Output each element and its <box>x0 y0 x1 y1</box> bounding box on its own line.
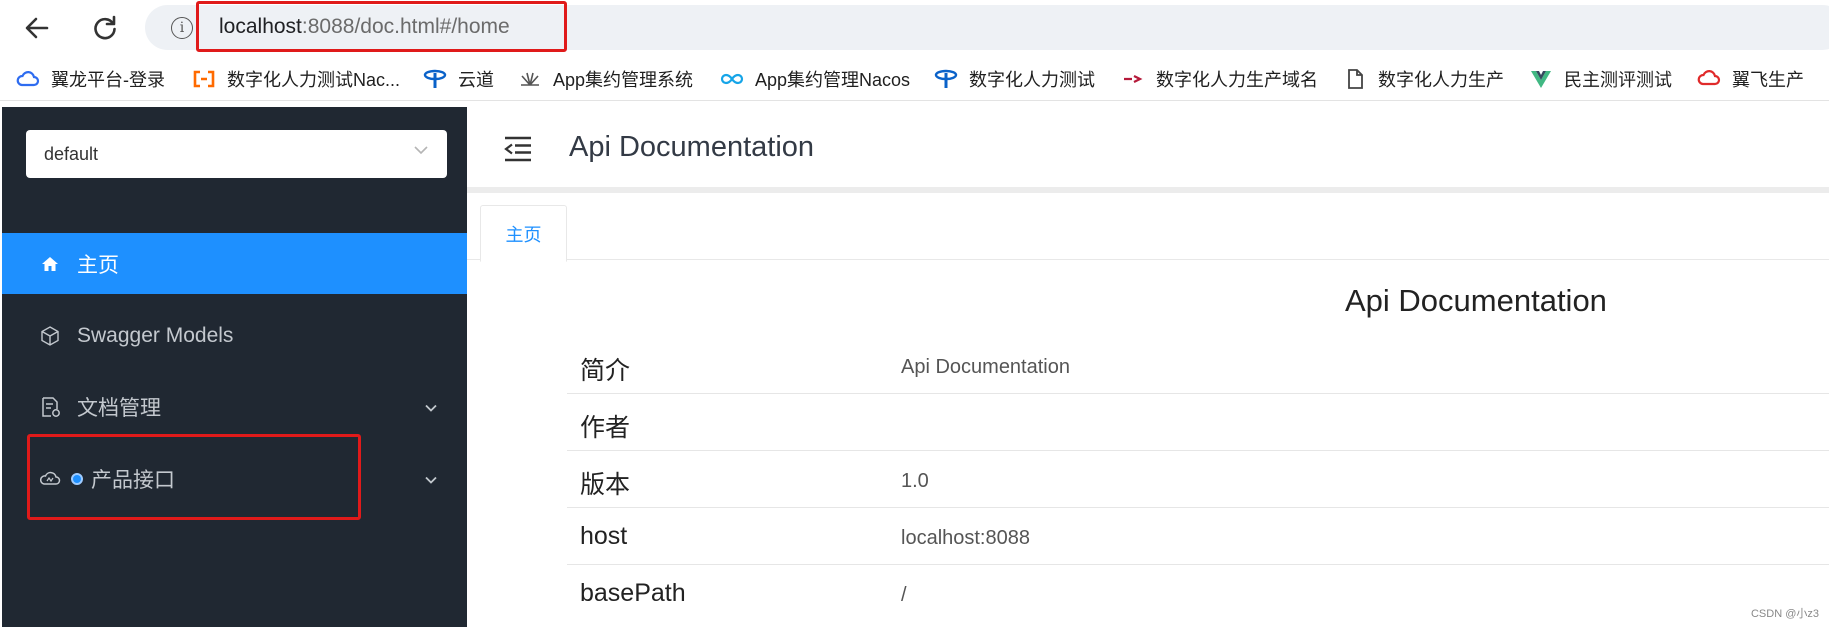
info-row-basepath: basePath / <box>567 565 1829 622</box>
info-value: localhost:8088 <box>901 527 1030 549</box>
sidebar-item-swagger-models[interactable]: Swagger Models <box>2 305 467 366</box>
info-row-description: 简介 Api Documentation <box>567 337 1829 394</box>
browser-toolbar: i localhost:8088/doc.html#/home <box>0 0 1829 55</box>
doc-settings-icon <box>39 396 61 418</box>
info-key: 简介 <box>580 357 631 385</box>
info-row-host: host localhost:8088 <box>567 508 1829 565</box>
info-row-author: 作者 <box>567 394 1829 451</box>
file-icon <box>1343 67 1367 91</box>
doc-title: Api Documentation <box>1345 283 1607 318</box>
info-value: 1.0 <box>901 470 929 492</box>
info-key: basePath <box>580 579 686 607</box>
huawei-icon <box>518 67 542 91</box>
info-row-version: 版本 1.0 <box>567 451 1829 508</box>
header-title: Api Documentation <box>569 131 815 163</box>
menu-collapse-icon[interactable] <box>503 135 533 163</box>
vue-icon <box>1529 67 1553 91</box>
bookmark-item[interactable]: 民主测评测试 <box>1529 66 1672 92</box>
tab-home[interactable]: 主页 <box>480 205 567 262</box>
bookmark-item[interactable]: App集约管理系统 <box>518 66 693 92</box>
aliyun-icon <box>192 67 216 91</box>
sidebar-item-label: 文档管理 <box>77 396 161 420</box>
tabs-bar: 主页 <box>467 199 1829 262</box>
site-info-icon[interactable]: i <box>171 17 193 39</box>
sidebar-item-label: Swagger Models <box>77 323 234 347</box>
infinity-icon <box>720 67 744 91</box>
info-key: 作者 <box>580 414 631 442</box>
cloud-icon <box>16 67 40 91</box>
group-select-value: default <box>44 144 99 164</box>
brand-icon <box>1121 67 1145 91</box>
bookmark-label: 数字化人力测试Nac... <box>227 70 401 90</box>
bookmark-label: 数字化人力生产 <box>1378 70 1504 90</box>
info-table: 简介 Api Documentation 作者 版本 1.0 host loca… <box>567 337 1829 622</box>
bookmark-item[interactable]: App集约管理Nacos <box>720 66 910 92</box>
bookmark-label: 翼龙平台-登录 <box>51 70 165 90</box>
bookmark-item[interactable]: 云道 <box>423 66 494 92</box>
group-select[interactable]: default <box>26 130 447 178</box>
cloud-red-icon <box>1697 67 1721 91</box>
bookmark-label: 翼飞生产 <box>1732 70 1804 90</box>
info-value: Api Documentation <box>901 356 1070 378</box>
info-key: host <box>580 522 628 550</box>
sidebar-item-label: 主页 <box>77 253 119 277</box>
bookmark-label: 数字化人力生产域名 <box>1156 70 1318 90</box>
info-key: 版本 <box>580 471 631 499</box>
bookmark-label: App集约管理系统 <box>553 70 694 90</box>
bookmark-label: App集约管理Nacos <box>755 70 911 90</box>
bookmark-label: 民主测评测试 <box>1564 70 1672 90</box>
main-content: Api Documentation 主页 Api Documentation 简… <box>467 107 1829 627</box>
bookmark-item[interactable]: 翼龙平台-登录 <box>16 66 165 92</box>
chevron-down-icon <box>411 140 431 160</box>
back-arrow-icon[interactable] <box>18 9 56 47</box>
sidebar: default 主页 Swagger Models 文档管理 产品接口 <box>2 107 467 627</box>
reload-icon[interactable] <box>86 9 124 47</box>
chevron-down-icon <box>423 470 439 486</box>
sidebar-item-doc-management[interactable]: 文档管理 <box>2 376 467 437</box>
url-highlight-box <box>196 1 567 52</box>
sidebar-item-home[interactable]: 主页 <box>2 233 467 294</box>
bookmark-item[interactable]: 数字化人力测试Nac... <box>192 66 400 92</box>
home-icon <box>39 253 61 275</box>
watermark: CSDN @小z3 <box>1750 608 1819 620</box>
bookmark-label: 云道 <box>458 70 494 90</box>
bookmark-item[interactable]: 翼飞生产 <box>1697 66 1804 92</box>
bookmarks-bar: 翼龙平台-登录 数字化人力测试Nac... 云道 App集约管理系统 App集约… <box>0 58 1829 101</box>
cube-icon <box>39 325 61 347</box>
main-header: Api Documentation <box>467 107 1829 193</box>
info-value: / <box>901 584 907 606</box>
bookmark-label: 数字化人力测试 <box>969 70 1095 90</box>
telecom-icon <box>423 67 447 91</box>
chevron-down-icon <box>423 398 439 414</box>
bookmark-item[interactable]: 数字化人力测试 <box>934 66 1095 92</box>
bookmark-item[interactable]: 数字化人力生产 <box>1343 66 1504 92</box>
product-api-highlight-box <box>27 434 361 520</box>
telecom-icon <box>934 67 958 91</box>
bookmark-item[interactable]: 数字化人力生产域名 <box>1121 66 1318 92</box>
